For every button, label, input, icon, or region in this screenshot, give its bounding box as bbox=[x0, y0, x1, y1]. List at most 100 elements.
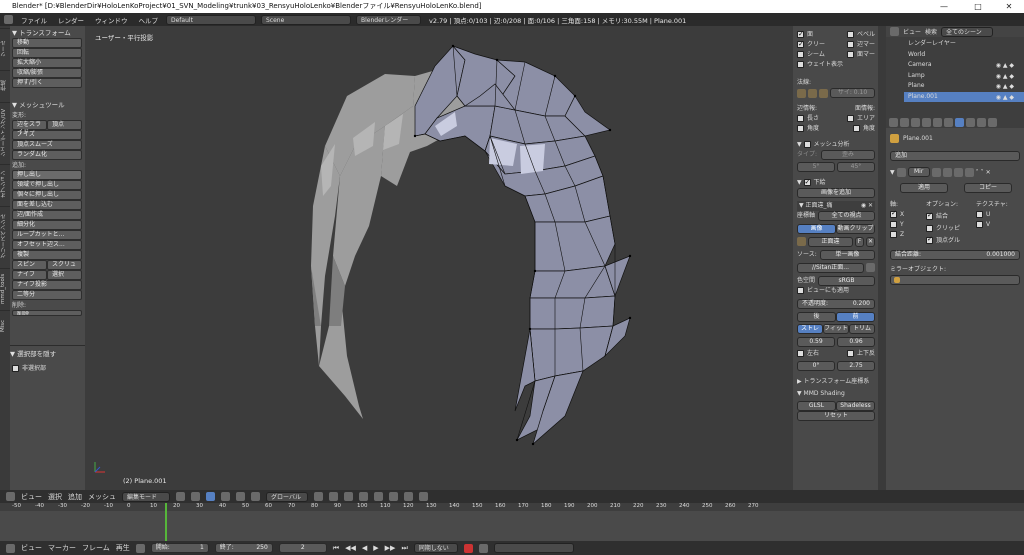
crop-button[interactable]: トリム bbox=[849, 324, 875, 334]
edge-select-icon[interactable] bbox=[329, 492, 338, 501]
view-alignment-checkbox[interactable] bbox=[797, 287, 804, 294]
overlay-seams-checkbox[interactable] bbox=[797, 51, 804, 58]
merge-distance-field[interactable]: 結合距離: 0.001000 bbox=[890, 250, 1020, 260]
size-y-field[interactable]: 0.96 bbox=[837, 337, 875, 347]
vertex-select-icon[interactable] bbox=[314, 492, 323, 501]
vertex-groups-option[interactable]: 頂点グル bbox=[926, 235, 976, 244]
back-button[interactable]: 後 bbox=[797, 312, 836, 322]
transform-header[interactable]: ▼ トランスフォーム bbox=[12, 28, 82, 38]
proportional-edit-icon[interactable] bbox=[374, 492, 383, 501]
start-frame-field[interactable]: 開始: 1 bbox=[150, 543, 209, 553]
timeline-ruler[interactable]: -50 -40 -30 -20 -10 0 10 20 30 40 50 60 70 80 90 100 110… bbox=[0, 503, 1024, 511]
weight-display-checkbox[interactable] bbox=[797, 61, 804, 68]
sync-dropdown[interactable]: 同期しない bbox=[413, 543, 458, 553]
constraints-tab-icon[interactable] bbox=[944, 117, 953, 127]
menu-window[interactable]: ウィンドウ bbox=[92, 15, 131, 25]
render-preview-icon[interactable] bbox=[419, 492, 428, 501]
hair-mesh[interactable] bbox=[85, 26, 793, 490]
current-frame-field[interactable]: 2 bbox=[278, 543, 327, 553]
keying-set-icon[interactable] bbox=[478, 543, 488, 553]
face-angle[interactable]: 角度 bbox=[852, 124, 875, 134]
header-mesh-menu[interactable]: メッシュ bbox=[88, 492, 116, 502]
modifier-close-icon[interactable]: ✕ bbox=[986, 169, 991, 176]
flip-x-checkbox[interactable] bbox=[797, 350, 804, 357]
edge-angle[interactable]: 角度 bbox=[797, 124, 819, 134]
next-key-icon[interactable]: ▶▶ bbox=[385, 544, 396, 552]
header-view-menu[interactable]: ビュー bbox=[21, 492, 42, 502]
mesh-analysis-header[interactable]: ▼ メッシュ分析 bbox=[797, 140, 875, 150]
jump-start-icon[interactable]: ⏮ bbox=[333, 544, 339, 553]
overlay-face-marks[interactable]: 面マー bbox=[846, 50, 875, 60]
jump-end-icon[interactable]: ⏭ bbox=[401, 544, 407, 553]
render-engine-dropdown[interactable]: Blenderレンダー bbox=[356, 14, 421, 25]
modifier-name-field[interactable]: Mir bbox=[907, 167, 930, 177]
transform-orientation-header[interactable]: ▶ トランスフォーム座標系 bbox=[797, 377, 875, 387]
overlay-crease[interactable]: クリー bbox=[797, 39, 825, 50]
smooth-vertex-button[interactable]: 頂点スムーズ bbox=[12, 140, 82, 150]
axis-y-checkbox[interactable] bbox=[890, 221, 897, 228]
close-button[interactable]: ✕ bbox=[994, 0, 1024, 13]
scale-manip-icon[interactable] bbox=[251, 492, 260, 501]
face-normal-icon[interactable] bbox=[819, 88, 828, 98]
texture-u-checkbox[interactable] bbox=[976, 211, 983, 218]
flip-x-option[interactable]: 左右 bbox=[797, 349, 819, 359]
scale-button[interactable]: 拡大縮小 bbox=[12, 58, 82, 68]
axis-y-option[interactable]: Y bbox=[890, 221, 926, 228]
texture-tab-icon[interactable] bbox=[988, 117, 997, 127]
menu-render[interactable]: レンダー bbox=[55, 15, 87, 25]
vertex-normal-icon[interactable] bbox=[797, 88, 806, 98]
overlay-face-marks-checkbox[interactable] bbox=[846, 51, 854, 58]
bisect-button[interactable]: 二等分 bbox=[12, 290, 82, 300]
screw-button[interactable]: スクリュー bbox=[47, 260, 82, 276]
rotate-button[interactable]: 回転 bbox=[12, 48, 82, 58]
manipulator-icon[interactable] bbox=[206, 492, 215, 501]
folder-icon[interactable] bbox=[866, 263, 875, 272]
overlay-faces-checkbox[interactable] bbox=[797, 29, 804, 39]
normal-size-field[interactable]: サイ: 0.10 bbox=[830, 88, 875, 98]
occlude-geometry-icon[interactable] bbox=[359, 492, 368, 501]
analysis-type-dropdown[interactable]: 歪み bbox=[821, 150, 875, 160]
mesh-analysis-checkbox[interactable] bbox=[803, 141, 811, 148]
filepath-field[interactable]: //Sitan正面... bbox=[797, 263, 864, 273]
texture-v-option[interactable]: V bbox=[976, 221, 1016, 228]
texture-u-option[interactable]: U bbox=[976, 211, 1016, 218]
loop-cut-button[interactable]: ループカットと... bbox=[12, 230, 82, 240]
analysis-min-field[interactable]: 5° bbox=[797, 162, 835, 172]
extrude-region-button[interactable]: 領域で押し出し bbox=[12, 180, 82, 190]
texture-v-checkbox[interactable] bbox=[976, 221, 983, 228]
face-area[interactable]: エリア bbox=[846, 114, 875, 124]
keying-set-field[interactable] bbox=[493, 543, 574, 553]
fit-button[interactable]: フィット bbox=[823, 324, 849, 334]
flip-y-checkbox[interactable] bbox=[846, 350, 854, 357]
3dview-editor-icon[interactable] bbox=[6, 492, 15, 501]
edge-length[interactable]: 長さ bbox=[797, 114, 819, 124]
render-tab-icon[interactable] bbox=[889, 117, 898, 127]
layout-dropdown[interactable]: Default bbox=[166, 14, 256, 25]
copy-modifier-button[interactable]: コピー bbox=[964, 183, 1012, 193]
glsl-button[interactable]: GLSL bbox=[797, 401, 836, 411]
bg-image-toggles[interactable]: ◉ ✕ bbox=[861, 201, 873, 211]
outliner-view-menu[interactable]: ビュー bbox=[903, 27, 921, 36]
material-tab-icon[interactable] bbox=[977, 117, 986, 127]
fake-user-button[interactable]: F bbox=[855, 237, 864, 247]
knife-select-button[interactable]: 選択 bbox=[47, 270, 82, 280]
image-browse-icon[interactable] bbox=[797, 237, 806, 246]
merge-option[interactable]: 結合 bbox=[926, 211, 976, 220]
modifier-editmode-icon[interactable] bbox=[953, 167, 963, 177]
background-images-checkbox[interactable] bbox=[803, 177, 811, 187]
mmd-shading-header[interactable]: ▼ MMD Shading bbox=[797, 389, 875, 399]
operator-panel-header[interactable]: ▼ 選択部を隠す bbox=[10, 348, 85, 358]
flip-y-option[interactable]: 上下反 bbox=[846, 349, 875, 359]
modifier-viewport-icon[interactable] bbox=[942, 167, 952, 177]
tab-misc[interactable]: Misc bbox=[0, 310, 10, 340]
clipping-option[interactable]: クリッピ bbox=[926, 223, 976, 232]
axis-x-checkbox[interactable] bbox=[890, 209, 897, 218]
tab-grease-pencil[interactable]: グリースペンシル bbox=[0, 206, 10, 266]
orientation-dropdown[interactable]: グローバル bbox=[266, 491, 308, 502]
preview-range-icon[interactable] bbox=[135, 543, 145, 553]
modifier-down-icon[interactable]: ˅ bbox=[981, 169, 984, 176]
prev-key-icon[interactable]: ◀◀ bbox=[345, 544, 356, 552]
mesh-tools-header[interactable]: ▼ メッシュツール bbox=[12, 100, 82, 110]
outliner-search-menu[interactable]: 検索 bbox=[925, 27, 937, 36]
rotation-field[interactable]: 0° bbox=[797, 361, 835, 371]
